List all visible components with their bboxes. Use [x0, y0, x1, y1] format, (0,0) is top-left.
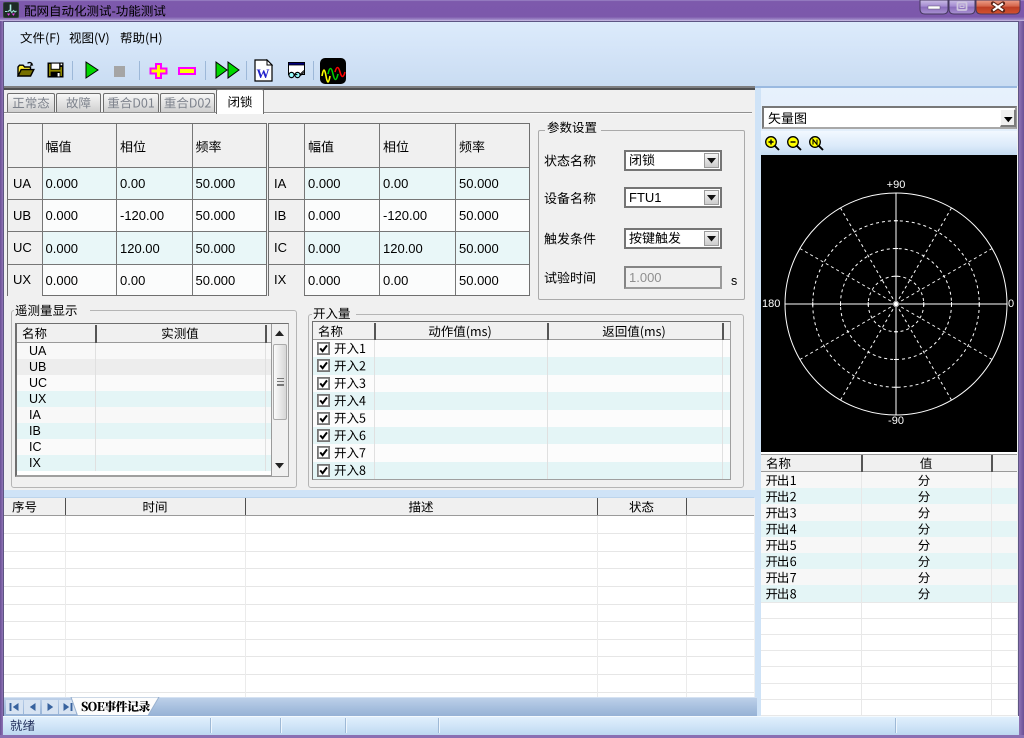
svg-text:W: W: [257, 66, 270, 81]
